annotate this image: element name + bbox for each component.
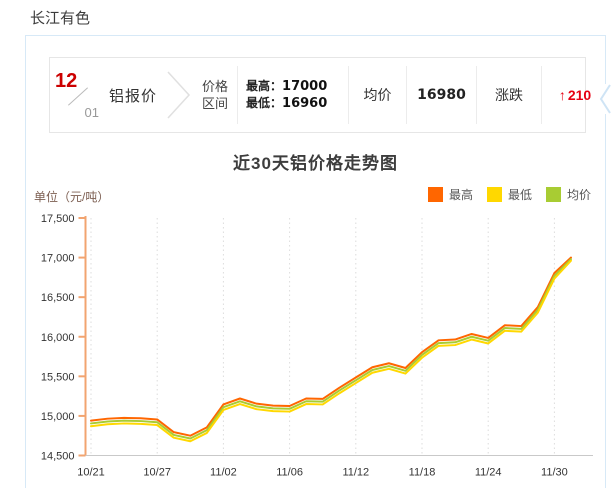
avg-label: 均价 bbox=[348, 66, 406, 124]
change-value: 210 bbox=[567, 87, 592, 103]
high-row: 最高：17000 bbox=[246, 78, 327, 95]
price-range-label: 价格 区间 bbox=[193, 66, 237, 124]
svg-text:15,500: 15,500 bbox=[41, 371, 75, 383]
low-series-swatch-icon bbox=[486, 187, 502, 202]
price-trend-chart: 10/21 10/27 11/02 11/06 11/12 11/18 11/24 11/30… bbox=[41, 213, 593, 479]
quote-date-month: 12 bbox=[55, 70, 78, 92]
legend-item-avg[interactable]: 均价 bbox=[545, 186, 591, 203]
svg-text:16,000: 16,000 bbox=[41, 332, 75, 344]
change-label: 涨跌 bbox=[476, 66, 541, 124]
high-label: 最高： bbox=[246, 79, 283, 93]
legend-label-avg: 均价 bbox=[566, 188, 591, 202]
page-title: 长江有色 bbox=[30, 10, 91, 27]
legend-item-low[interactable]: 最低 bbox=[486, 186, 532, 203]
svg-text:11/30: 11/30 bbox=[541, 467, 568, 479]
chart-legend: 最高 最低 均价 bbox=[427, 186, 591, 203]
price-range-line2: 区间 bbox=[202, 96, 229, 111]
chart-title: 近30天铝价格走势图 bbox=[233, 154, 398, 173]
svg-text:15,000: 15,000 bbox=[41, 411, 75, 423]
svg-text:11/18: 11/18 bbox=[409, 467, 436, 479]
up-arrow-icon: ↑ bbox=[558, 87, 566, 103]
legend-label-high: 最高 bbox=[448, 188, 473, 202]
low-value: 16960 bbox=[282, 96, 328, 111]
legend-label-low: 最低 bbox=[507, 188, 532, 202]
svg-text:11/12: 11/12 bbox=[342, 467, 369, 479]
product-name: 铝报价 bbox=[109, 87, 158, 105]
price-range-line1: 价格 bbox=[202, 79, 229, 94]
page: 长江有色 12 01 铝报价 价格 区间 最高：17000 最低：16960 均… bbox=[0, 0, 612, 488]
low-row: 最低：16960 bbox=[246, 95, 327, 112]
avg-series-swatch-icon bbox=[545, 187, 561, 202]
avg-value: 16980 bbox=[406, 66, 476, 124]
quote-date-day: 01 bbox=[84, 105, 99, 120]
svg-text:14,500: 14,500 bbox=[41, 451, 75, 463]
main-panel: 12 01 铝报价 价格 区间 最高：17000 最低：16960 均价 169… bbox=[25, 35, 612, 488]
svg-text:17,500: 17,500 bbox=[41, 213, 75, 225]
svg-text:10/27: 10/27 bbox=[143, 467, 171, 479]
svg-text:16,500: 16,500 bbox=[41, 292, 75, 304]
quote-bar: 12 01 铝报价 价格 区间 最高：17000 最低：16960 均价 169… bbox=[49, 57, 591, 133]
svg-text:10/21: 10/21 bbox=[77, 467, 105, 479]
svg-text:11/06: 11/06 bbox=[276, 467, 303, 479]
low-label: 最低： bbox=[246, 96, 283, 110]
chart-unit-label: 单位（元/吨） bbox=[34, 190, 110, 204]
legend-item-high[interactable]: 最高 bbox=[427, 186, 473, 203]
svg-text:11/02: 11/02 bbox=[210, 467, 237, 479]
high-value: 17000 bbox=[282, 79, 328, 94]
chevron-right-icon bbox=[167, 71, 191, 119]
high-series-swatch-icon bbox=[427, 187, 443, 202]
svg-text:11/24: 11/24 bbox=[475, 467, 502, 479]
quote-date: 12 01 bbox=[55, 70, 99, 120]
svg-text:17,000: 17,000 bbox=[41, 253, 75, 265]
change-value-cell: ↑ 210 bbox=[541, 66, 608, 124]
high-low-cell: 最高：17000 最低：16960 bbox=[237, 66, 348, 124]
